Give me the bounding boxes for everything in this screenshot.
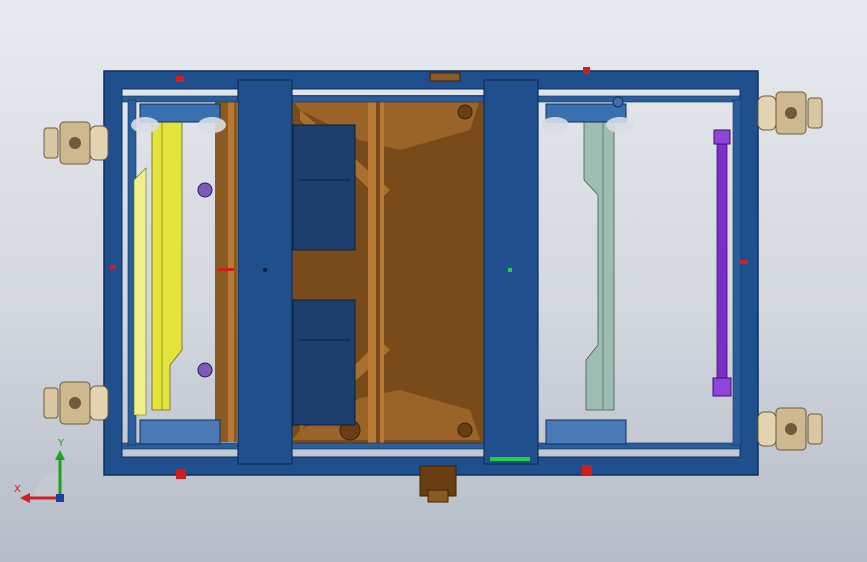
axis-triad-icon[interactable]: Y X	[14, 438, 74, 506]
yellow-panel	[133, 119, 183, 416]
purple-strut	[712, 129, 732, 397]
axis-x-label: X	[14, 484, 21, 495]
axis-y-label: Y	[58, 438, 65, 449]
teal-panel	[583, 119, 615, 411]
cad-viewport[interactable]	[0, 0, 867, 562]
